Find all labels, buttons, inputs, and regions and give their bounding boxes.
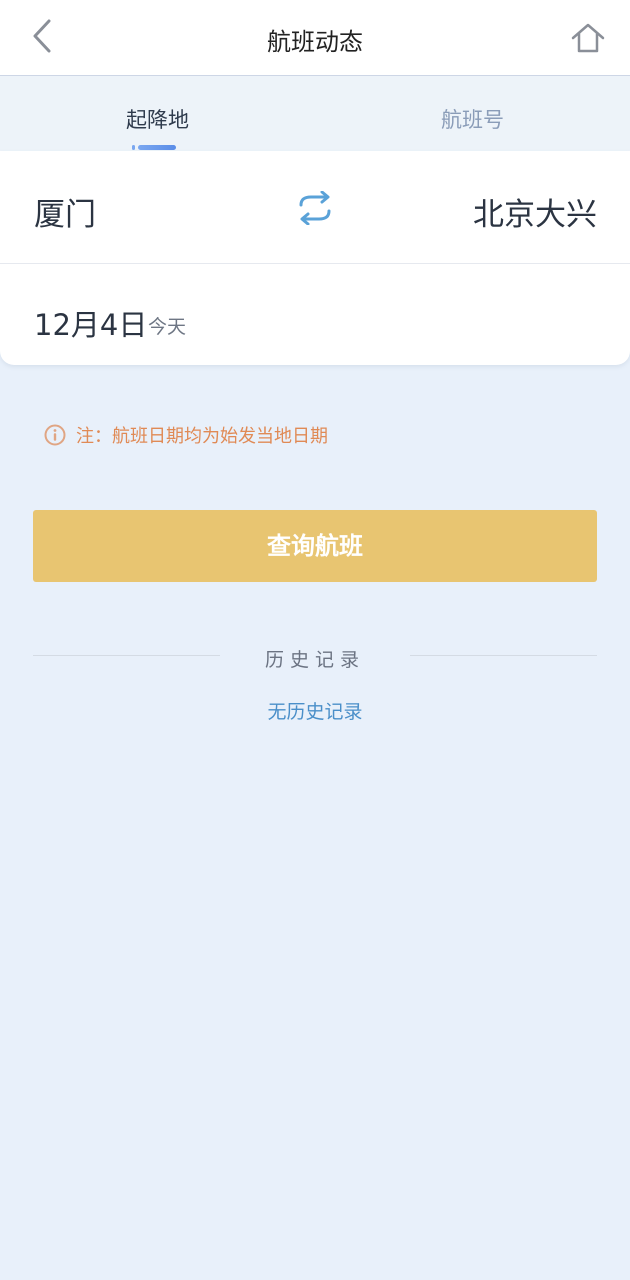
tab-label: 起降地 [126,108,189,132]
notice-text: 注：航班日期均为始发当地日期 [76,426,328,447]
info-icon [44,424,66,446]
selected-date: 12月4日 [34,308,148,342]
tab-departure-arrival[interactable]: 起降地 [0,76,315,151]
arrival-city[interactable]: 北京大兴 [473,189,597,234]
swap-cities-button[interactable] [292,188,338,228]
header-bar: 航班动态 [0,0,630,76]
tab-active-indicator [132,145,176,150]
route-row: 厦门 北京大兴 [0,151,630,264]
search-form-card: 厦门 北京大兴 12月4日 今天 [0,151,630,365]
date-notice: 注：航班日期均为始发当地日期 [44,422,328,448]
departure-city[interactable]: 厦门 [34,189,96,234]
history-empty-text: 无历史记录 [267,701,363,723]
home-icon [571,23,605,53]
tab-label: 航班号 [441,108,504,132]
home-button[interactable] [566,16,610,60]
tab-flight-number[interactable]: 航班号 [315,76,630,151]
swap-icon [299,191,331,225]
date-today-label: 今天 [148,316,187,338]
query-flights-button[interactable]: 查询航班 [33,510,597,582]
tab-bar: 起降地 航班号 [0,76,630,151]
page-title: 航班动态 [267,28,363,56]
divider-right [410,655,597,656]
history-title: 历史记录 [264,649,365,671]
date-selector[interactable]: 12月4日 今天 [0,264,630,365]
